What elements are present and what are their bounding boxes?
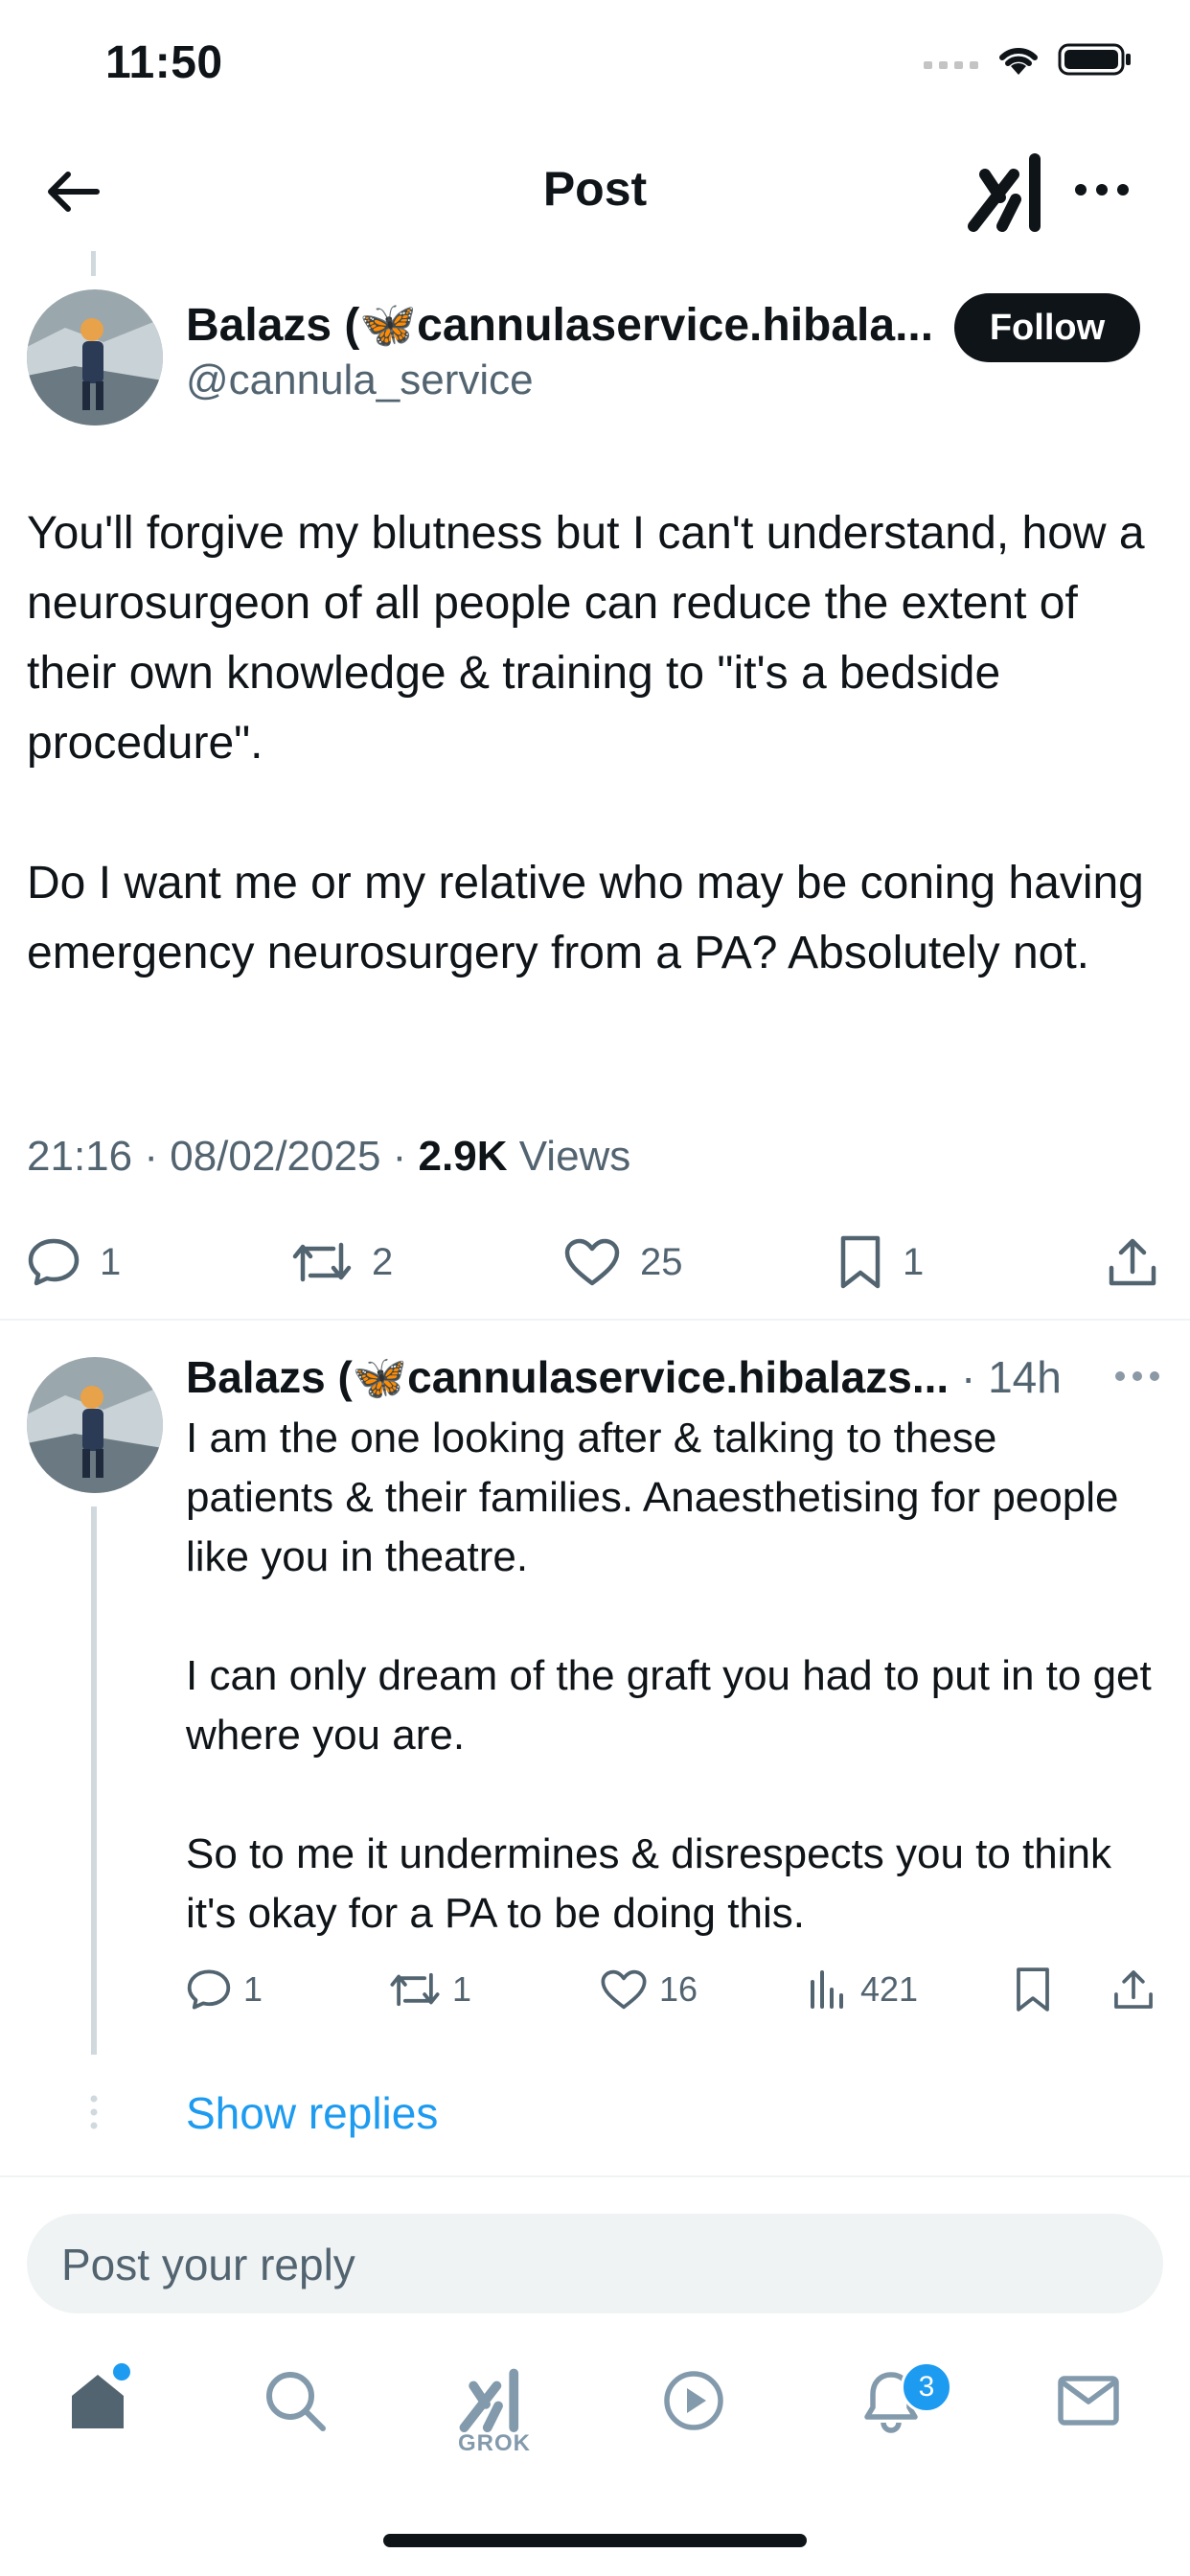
reply-text: I am the one looking after & talking to …: [186, 1409, 1154, 1944]
share-icon: [1109, 1238, 1156, 1286]
reply-time[interactable]: 14h: [988, 1352, 1062, 1402]
comment-icon: [28, 1238, 80, 1286]
repost-button[interactable]: 2: [291, 1229, 393, 1296]
search-icon: [266, 2372, 326, 2431]
bookmark-count: 1: [903, 1240, 925, 1283]
status-time: 11:50: [105, 37, 223, 88]
share-button[interactable]: [1106, 1229, 1159, 1296]
post-text: You'll forgive my blutness but I can't u…: [27, 498, 1167, 988]
comment-icon: [187, 1969, 231, 2010]
reply-bookmark-button[interactable]: [1014, 1961, 1052, 2018]
notifications-badge: 3: [901, 2361, 952, 2413]
like-count: 25: [640, 1240, 683, 1283]
tab-home[interactable]: [50, 2367, 146, 2472]
heart-icon: [564, 1238, 620, 1286]
tab-grok[interactable]: GROK: [446, 2367, 542, 2472]
tab-messages[interactable]: [1041, 2367, 1136, 2472]
tab-video[interactable]: [646, 2367, 742, 2472]
like-button[interactable]: 25: [563, 1229, 683, 1296]
reply-like-button[interactable]: 16: [600, 1961, 698, 2018]
share-icon: [1114, 1970, 1153, 2009]
reply-author-name[interactable]: Balazs (🦋cannulaservice.hibalazs...: [186, 1352, 949, 1402]
reply-count: 1: [100, 1240, 122, 1283]
reply-paragraph: I am the one looking after & talking to …: [186, 1414, 1119, 1580]
reply-repost-button[interactable]: 1: [389, 1961, 471, 2018]
post-paragraph: Do I want me or my relative who may be c…: [27, 858, 1144, 978]
wifi-icon: [996, 42, 1041, 81]
thread-connector: [91, 251, 96, 276]
post-meta: 21:16 · 08/02/2025 · 2.9K Views: [27, 1133, 631, 1180]
views-count: 2.9K: [418, 1133, 508, 1180]
reply-share-button[interactable]: [1111, 1961, 1156, 2018]
reply-input-placeholder: Post your reply: [61, 2240, 355, 2289]
post-time[interactable]: 21:16: [27, 1133, 132, 1180]
show-replies-link[interactable]: Show replies: [186, 2087, 438, 2139]
reply-header: Balazs (🦋cannulaservice.hibalazs... · 14…: [186, 1352, 1062, 1402]
avatar[interactable]: [27, 289, 163, 426]
grok-icon: [459, 2368, 519, 2432]
thread-dots-icon: [88, 2093, 100, 2131]
views-label: Views: [518, 1133, 631, 1180]
thread-connector: [91, 1506, 97, 2055]
reply-reply-count: 1: [243, 1969, 263, 2009]
bookmark-icon: [840, 1235, 881, 1289]
play-circle-icon: [664, 2371, 723, 2430]
ellipsis-icon: [1115, 1371, 1159, 1381]
mail-icon: [1058, 2376, 1119, 2426]
reply-reply-button[interactable]: 1: [186, 1961, 263, 2018]
reply-avatar[interactable]: [27, 1357, 163, 1493]
post-actions: 1 2 25 1: [27, 1229, 1167, 1296]
reply-paragraph: So to me it undermines & disrespects you…: [186, 1830, 1112, 1937]
reply-more-button[interactable]: [1111, 1357, 1163, 1395]
reply-actions: 1 1 16 421: [186, 1961, 1163, 2018]
heart-icon: [601, 1969, 647, 2010]
author-name[interactable]: Balazs (🦋cannulaservice.hibala...: [186, 297, 933, 352]
post-paragraph: You'll forgive my blutness but I can't u…: [27, 508, 1145, 769]
author-handle[interactable]: @cannula_service: [186, 356, 534, 404]
reply-button[interactable]: 1: [27, 1229, 121, 1296]
divider: [0, 2175, 1190, 2177]
home-indicator: [383, 2534, 807, 2547]
grok-label: GROK: [458, 2430, 531, 2456]
battery-icon: [1058, 42, 1133, 81]
status-icons: [924, 42, 1133, 81]
more-options-button[interactable]: [1064, 161, 1140, 218]
follow-button[interactable]: Follow: [954, 293, 1140, 362]
repost-count: 2: [372, 1240, 394, 1283]
repost-icon: [390, 1972, 440, 2007]
ellipsis-icon: [1075, 184, 1129, 196]
x-logo-icon[interactable]: [968, 151, 1054, 232]
signal-icon: [924, 50, 979, 74]
bookmark-icon: [1017, 1967, 1049, 2012]
reply-views-button[interactable]: 421: [807, 1961, 918, 2018]
new-posts-indicator: [113, 2363, 130, 2380]
reply-views-count: 421: [860, 1969, 919, 2009]
post-date[interactable]: 08/02/2025: [170, 1133, 380, 1180]
divider: [0, 1319, 1190, 1321]
bookmark-button[interactable]: 1: [837, 1229, 924, 1296]
tab-search[interactable]: [247, 2367, 343, 2472]
repost-icon: [292, 1242, 352, 1282]
analytics-icon: [811, 1970, 843, 2009]
reply-repost-count: 1: [452, 1969, 472, 2009]
reply-paragraph: I can only dream of the graft you had to…: [186, 1652, 1152, 1759]
reply-like-count: 16: [659, 1969, 698, 2009]
